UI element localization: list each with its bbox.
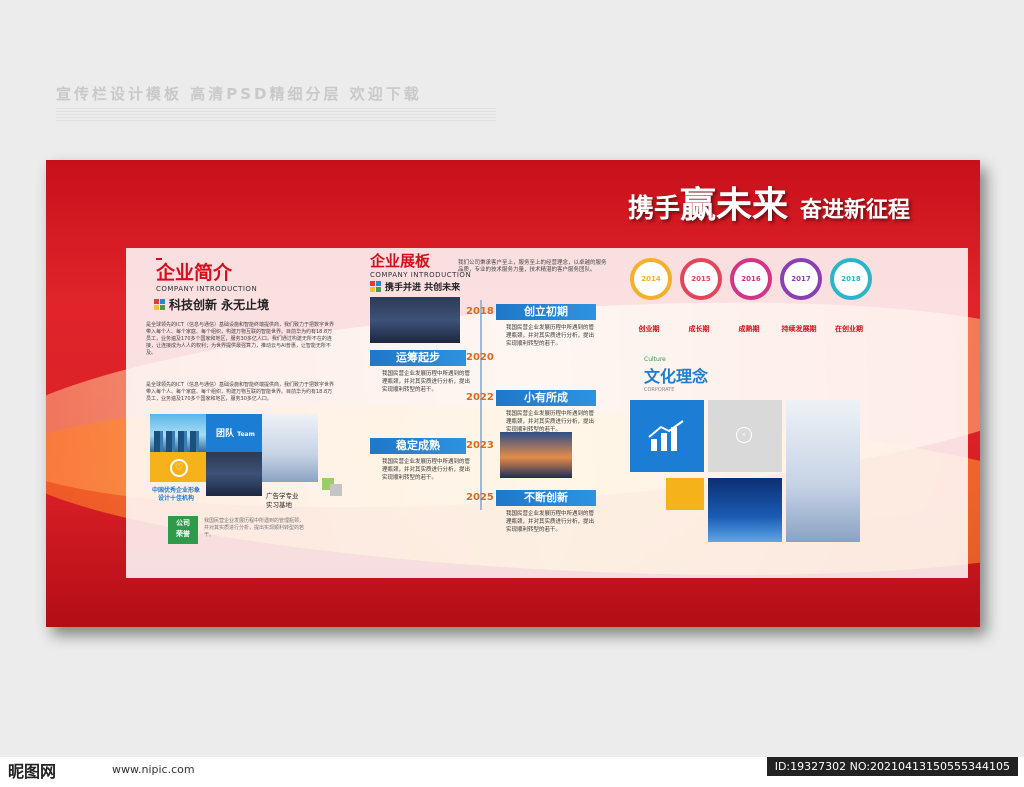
intro-tagline: 科技创新 永无止境	[169, 298, 270, 312]
culture-title: 文化理念	[644, 367, 709, 386]
site-url[interactable]: www.nipic.com	[112, 763, 195, 776]
timeline-year: 2025	[466, 492, 494, 503]
stage-ring: 2018	[830, 258, 872, 300]
city-photo	[150, 414, 206, 452]
intro-paragraph-1: 是全球领先的ICT（信息与通信）基础设施和智能终端提供商，我们致力于把数字世界带…	[146, 322, 335, 356]
timeline-text: 我国民营企业发展历程中所遇到的管理瓶颈，并对其实质进行分析，提出实现顺利转型的若…	[382, 459, 471, 481]
honor-text: 我国民营企业发展历程中所遇到的管理瓶颈，并对其实质进行分析，提出实现顺利转型的若…	[204, 518, 305, 538]
nav-tile: ‹	[708, 400, 782, 472]
culture-header: Culture 文化理念 CORPORATE	[644, 356, 708, 393]
stage-ring: 2016	[730, 258, 772, 300]
sailboat-photo	[500, 432, 572, 478]
intro-subtitle: COMPANY INTRODUCTION	[156, 285, 258, 293]
timeline-stage-tag: 小有所成	[496, 390, 596, 406]
blue-city-photo	[708, 478, 782, 542]
intro-tagline-row: 科技创新 永无止境	[154, 296, 269, 313]
honor-badge-line1: 公司	[176, 519, 190, 527]
chevron-left-icon[interactable]: ‹	[736, 427, 752, 443]
timeline-year: 2020	[466, 352, 494, 363]
building-photo	[262, 414, 318, 482]
timeline-text: 我国民营企业发展历程中所遇到的管理瓶颈，并对其实质进行分析，提出实现顺利转型的若…	[506, 511, 595, 533]
base-label-1: 广告学专业	[266, 492, 299, 500]
display-board: 携手赢未来 奋进新征程 企业简介 COMPANY INTRODUCTION 科技创…	[46, 160, 980, 627]
timeline-text: 我国民营企业发展历程中所遇到的管理瓶颈，并对其实质进行分析，提出实现顺利转型的若…	[506, 325, 595, 347]
culture-en-bottom: CORPORATE	[644, 387, 675, 393]
color-grid-icon	[370, 281, 381, 292]
stage-labels: 创业期 成长期 成熟期 持续发展期 在创业期	[630, 324, 868, 334]
base-caption: 广告学专业 实习基地	[266, 492, 299, 510]
growth-chart-icon	[648, 420, 684, 451]
exhibit-title: 企业展板	[370, 252, 431, 270]
banner-stripes	[56, 108, 496, 122]
honor-badge: 公司 荣誉	[168, 516, 198, 544]
lake-city-photo	[370, 297, 460, 343]
stage-ring: 2017	[780, 258, 822, 300]
board-slogan: 携手赢未来 奋进新征程	[628, 176, 910, 228]
honor-badge-line2: 荣誉	[176, 530, 190, 538]
exhibit-subtitle: COMPANY INTRODUCTION	[370, 271, 472, 279]
night-photo	[206, 452, 262, 496]
tower-photo	[786, 400, 860, 542]
team-label: 团队	[216, 429, 235, 439]
stage-ring: 2014	[630, 258, 672, 300]
stage-label: 成熟期	[738, 325, 760, 333]
timeline-stage-tag: 运筹起步	[370, 350, 466, 366]
timeline-stage-tag: 稳定成熟	[370, 438, 466, 454]
image-id: ID:19327302 NO:20210413150555344105	[766, 757, 1018, 776]
exhibit-tagline-row: 携手并进 共创未来	[370, 280, 460, 293]
stage-ring: 2015	[680, 258, 722, 300]
timeline-year: 2018	[466, 306, 494, 317]
intro-paragraph-2: 是全球领先的ICT（信息与通信）基础设施和智能终端提供商，我们致力于把数字世界带…	[146, 382, 335, 402]
timeline-text: 我国民营企业发展历程中所遇到的管理瓶颈，并对其实质进行分析，提出实现顺利转型的若…	[506, 411, 595, 433]
exhibit-header: 企业展板 COMPANY INTRODUCTION	[370, 250, 471, 279]
banner-text: 宣传栏设计模板 高清PSD精细分层 欢迎下载	[56, 85, 422, 103]
timeline-text: 我国民营企业发展历程中所遇到的管理瓶颈，并对其实质进行分析，提出实现顺利转型的若…	[382, 371, 471, 393]
heart-tile: ♡	[150, 452, 206, 482]
timeline-axis	[480, 300, 482, 510]
site-logo: 昵图网	[8, 762, 57, 781]
base-label-2: 实习基地	[266, 501, 292, 509]
team-sub: Team	[237, 431, 255, 438]
intro-header: 企业简介 COMPANY INTRODUCTION	[156, 258, 257, 293]
title-accent	[156, 258, 162, 260]
color-grid-icon	[154, 299, 165, 310]
exhibit-tagline: 携手并进 共创未来	[385, 283, 461, 293]
stage-label: 在创业期	[835, 325, 863, 333]
slogan-part2: 赢未来	[679, 184, 788, 226]
honor-label-2: 设计十佳机构	[157, 495, 194, 502]
stage-label: 持续发展期	[781, 325, 817, 333]
stage-label: 成长期	[688, 325, 710, 333]
stage-rings: 2014 2015 2016 2017 2018	[630, 258, 872, 300]
grey-square	[330, 484, 342, 496]
timeline-year: 2023	[466, 440, 494, 451]
slogan-part1: 携手	[627, 194, 680, 224]
honor-caption: 中国优秀企业形象 设计十佳机构	[146, 487, 206, 503]
growth-tile	[630, 400, 704, 472]
timeline-stage-tag: 不断创新	[496, 490, 596, 506]
exhibit-intro: 我们公司秉承客户至上，服务至上的经营理念，以卓越的服务品质，专业的技术服务力量，…	[458, 260, 607, 273]
slogan-part3: 奋进新征程	[799, 197, 910, 223]
stage-label: 创业期	[638, 325, 660, 333]
heart-icon: ♡	[170, 459, 188, 477]
timeline-stage-tag: 创立初期	[496, 304, 596, 320]
intro-title: 企业简介	[156, 262, 233, 284]
team-tile: 团队 Team	[206, 414, 262, 452]
timeline-year: 2022	[466, 392, 494, 403]
honor-label-1: 中国优秀企业形象	[151, 487, 200, 494]
culture-en-top: Culture	[644, 356, 666, 363]
yellow-square	[666, 478, 704, 510]
